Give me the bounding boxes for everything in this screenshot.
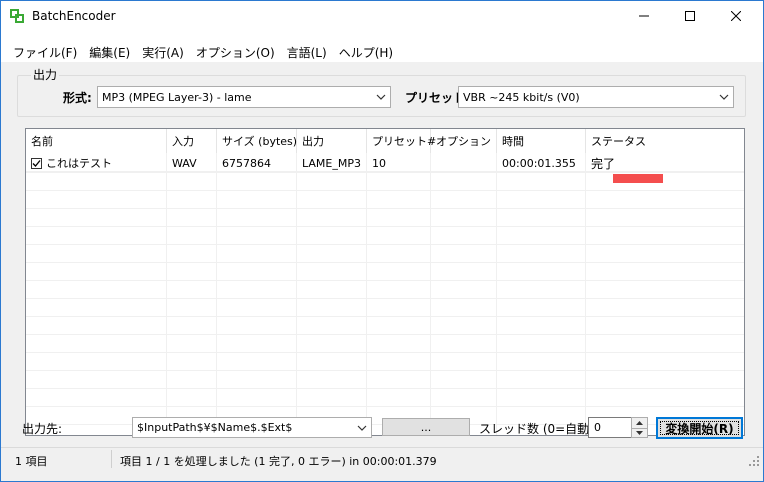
grid-row-line — [26, 262, 744, 263]
col-output[interactable]: 出力 — [297, 129, 367, 153]
grid-row-line — [26, 370, 744, 371]
preset-select[interactable]: VBR ~245 kbit/s (V0) — [458, 86, 734, 108]
close-icon — [731, 11, 741, 21]
chevron-down-icon — [376, 94, 386, 100]
cell-size: 6757864 — [217, 154, 297, 172]
cell-status: 完了 — [591, 156, 616, 171]
format-label: 形式: — [63, 91, 92, 105]
status-divider — [111, 450, 112, 468]
col-time[interactable]: 時間 — [497, 129, 586, 153]
file-list[interactable]: 名前 入力 サイズ (bytes) 出力 プリセット# オプション 時間 ステー… — [25, 128, 745, 436]
output-group-label: 出力 — [31, 66, 60, 83]
minimize-icon — [639, 15, 649, 17]
cell-name: これはテスト — [26, 154, 167, 172]
menubar-spacer — [1, 31, 763, 42]
format-select[interactable]: MP3 (MPEG Layer-3) - lame — [97, 86, 391, 108]
dest-select[interactable]: $InputPath$¥$Name$.$Ext$ — [132, 417, 372, 438]
cell-time: 00:00:01.355 — [497, 154, 586, 172]
close-button[interactable] — [713, 1, 759, 31]
col-input[interactable]: 入力 — [167, 129, 217, 153]
thread-label: スレッド数 (0=自動): — [479, 422, 598, 436]
grid-column-line — [166, 153, 167, 435]
preset-value: VBR ~245 kbit/s (V0) — [463, 90, 580, 104]
minimize-button[interactable] — [621, 1, 667, 31]
grid-row-line — [26, 388, 744, 389]
grid-column-line — [366, 153, 367, 435]
resize-grip-icon[interactable] — [749, 456, 759, 466]
status-message: 項目 1 / 1 を処理しました (1 完了, 0 エラー) in 00:00:… — [120, 455, 437, 468]
cell-input: WAV — [167, 154, 217, 172]
grid-column-line — [585, 153, 586, 435]
col-status[interactable]: ステータス — [586, 129, 744, 153]
grid-row-line — [26, 244, 744, 245]
dest-label: 出力先: — [22, 422, 63, 436]
dest-value: $InputPath$¥$Name$.$Ext$ — [137, 421, 293, 434]
cell-preset: 10 — [367, 154, 431, 172]
grid-row-line — [26, 406, 744, 407]
status-bar: 1 項目 項目 1 / 1 を処理しました (1 完了, 0 エラー) in 0… — [1, 447, 763, 469]
browse-button[interactable]: ... — [382, 418, 470, 436]
grid-column-line — [430, 153, 431, 435]
row-checkbox[interactable] — [31, 157, 42, 169]
grid-row-line — [26, 316, 744, 317]
app-icon — [10, 9, 24, 23]
grid-row-line — [26, 298, 744, 299]
spin-down-button[interactable] — [632, 428, 647, 437]
arrow-up-icon — [636, 420, 643, 425]
grid-row-line — [26, 190, 744, 191]
grid-row-line — [26, 280, 744, 281]
col-name[interactable]: 名前 — [26, 129, 167, 153]
grid-row-line — [26, 226, 744, 227]
spin-up-button[interactable] — [632, 418, 647, 427]
menu-language[interactable]: 言語(L) — [281, 44, 333, 61]
cell-options — [431, 154, 497, 172]
col-options[interactable]: オプション — [431, 129, 497, 153]
status-item-count: 1 項目 — [15, 455, 48, 468]
maximize-icon — [685, 11, 695, 21]
grid-row-line — [26, 172, 744, 173]
format-value: MP3 (MPEG Layer-3) - lame — [102, 90, 252, 104]
thread-count-input[interactable]: 0 — [588, 417, 632, 438]
menu-file[interactable]: ファイル(F) — [7, 44, 83, 61]
grid-row-line — [26, 208, 744, 209]
convert-button[interactable]: 変換開始(R) — [656, 417, 743, 439]
file-name: これはテスト — [46, 157, 112, 170]
grid-column-line — [216, 153, 217, 435]
grid-column-line — [496, 153, 497, 435]
arrow-down-icon — [636, 431, 643, 435]
chevron-down-icon — [719, 94, 729, 100]
window-title: BatchEncoder — [32, 9, 116, 23]
cell-output: LAME_MP3 — [297, 154, 367, 172]
col-size[interactable]: サイズ (bytes) — [217, 129, 297, 153]
main-window: BatchEncoder ファイル(F) 編集(E) 実行(A) オプション(O… — [0, 0, 764, 482]
grid-row-line — [26, 334, 744, 335]
checkmark-icon — [32, 159, 41, 167]
menu-action[interactable]: 実行(A) — [136, 44, 190, 61]
title-bar[interactable]: BatchEncoder — [1, 1, 763, 31]
status-progress-bar — [613, 174, 663, 183]
maximize-button[interactable] — [667, 1, 713, 31]
menu-options[interactable]: オプション(O) — [190, 44, 281, 61]
table-row[interactable]: これはテスト WAV 6757864 LAME_MP3 10 00:00:01.… — [26, 154, 744, 172]
chevron-down-icon — [357, 425, 367, 431]
menu-edit[interactable]: 編集(E) — [83, 44, 136, 61]
menu-help[interactable]: ヘルプ(H) — [333, 44, 399, 61]
menu-bar: ファイル(F) 編集(E) 実行(A) オプション(O) 言語(L) ヘルプ(H… — [1, 42, 763, 62]
col-preset[interactable]: プリセット# — [367, 129, 436, 153]
grid-column-line — [296, 153, 297, 435]
thread-spinner[interactable] — [631, 417, 648, 438]
list-header: 名前 入力 サイズ (bytes) 出力 プリセット# オプション 時間 ステー… — [26, 129, 744, 153]
grid-row-line — [26, 352, 744, 353]
